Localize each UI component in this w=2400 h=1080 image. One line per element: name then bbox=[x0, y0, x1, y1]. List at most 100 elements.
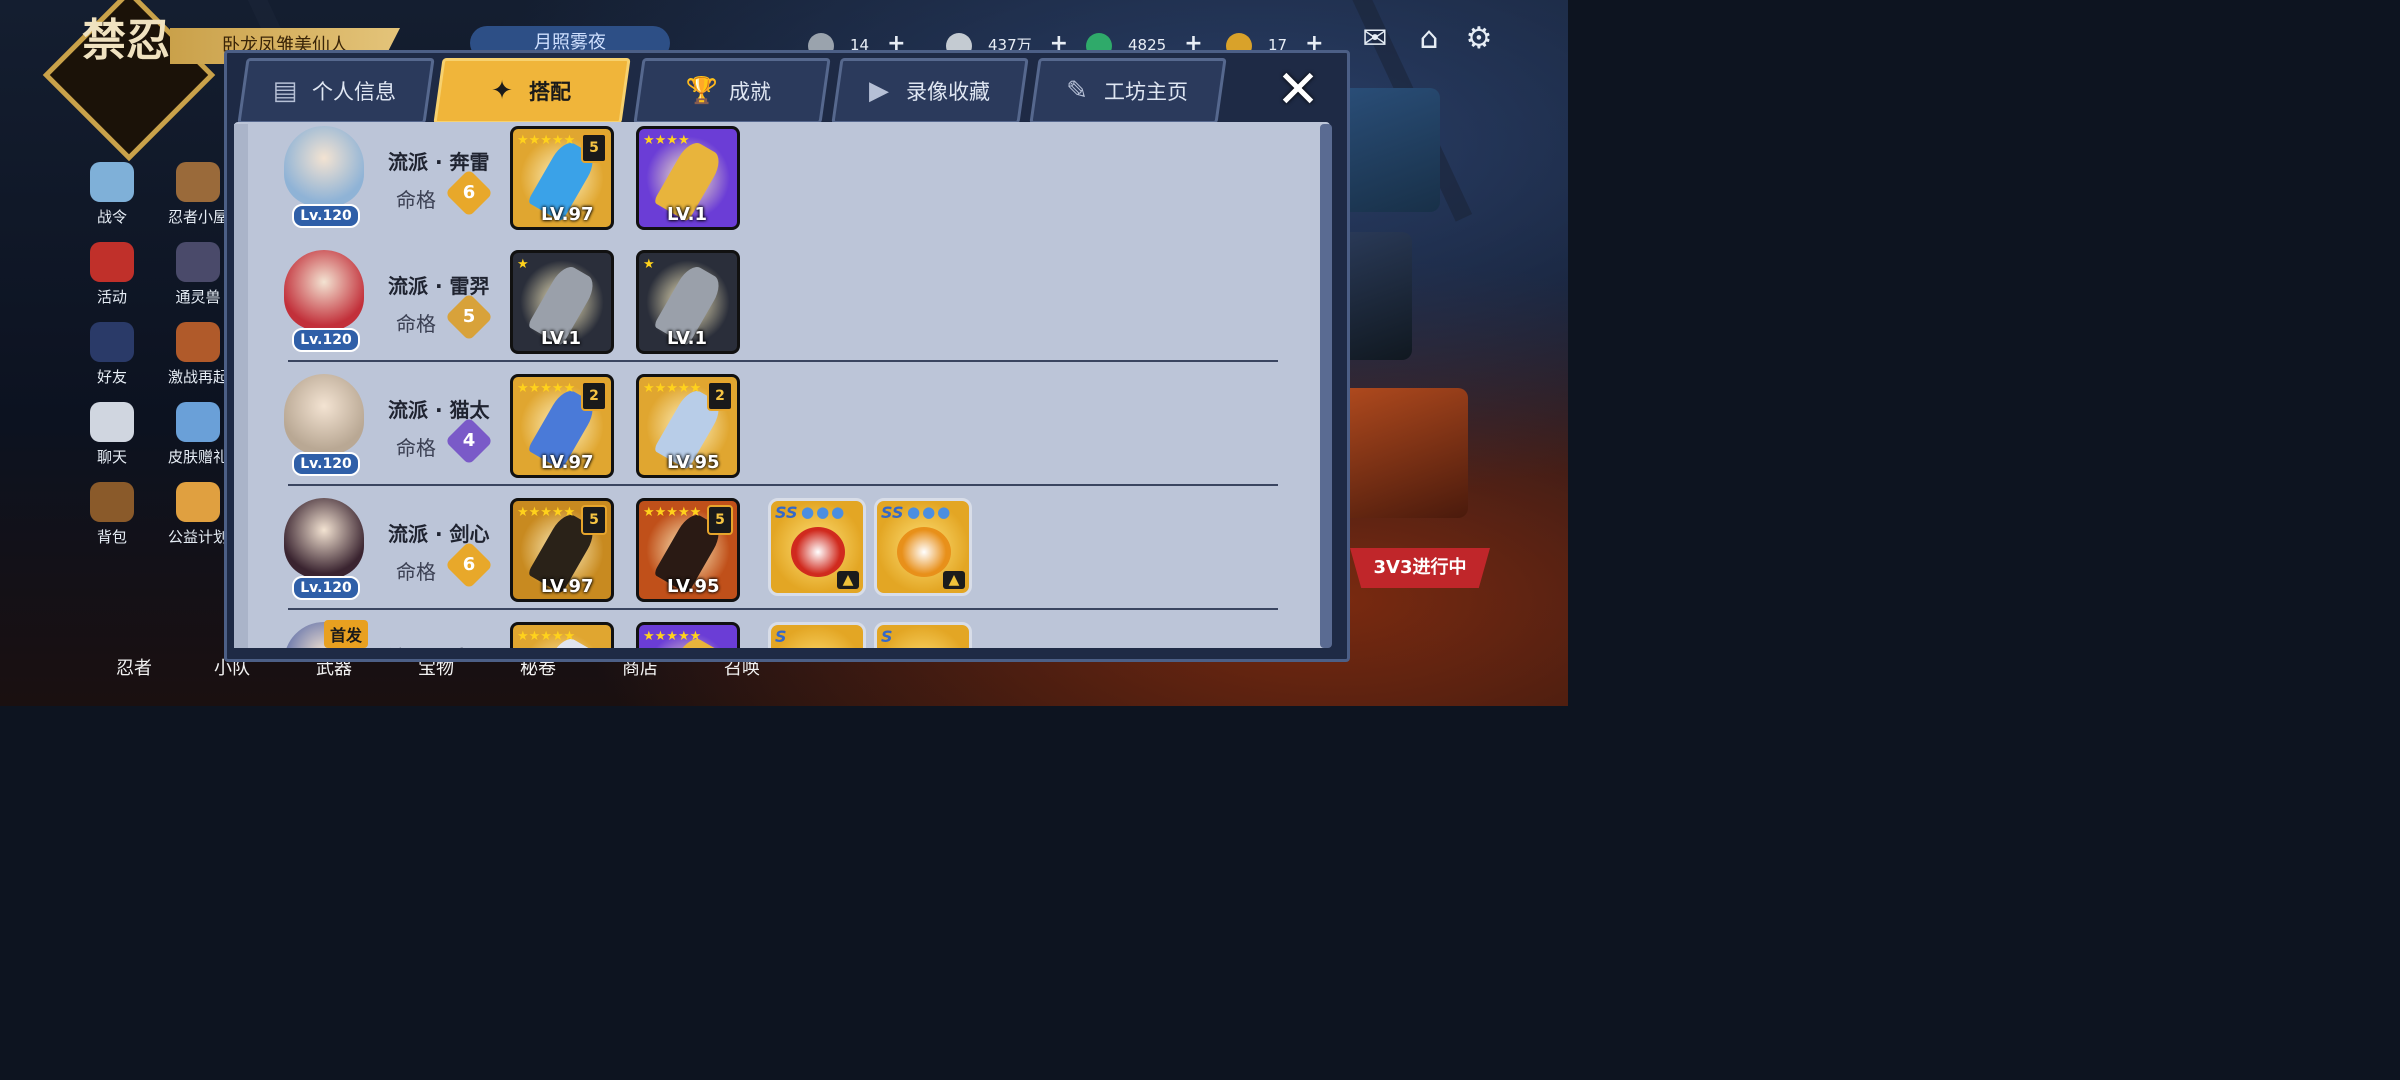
menu-label: 忍者小屋 bbox=[167, 208, 228, 226]
scrollbar[interactable] bbox=[1320, 124, 1332, 648]
upgrade-badge: 2 bbox=[581, 381, 607, 411]
school-name: 流派 · 奔雷 bbox=[388, 150, 490, 174]
upgrade-badge: 2 bbox=[707, 381, 733, 411]
grade-label: S bbox=[881, 627, 893, 646]
equip-icon: ▲ bbox=[837, 571, 859, 589]
treasure-card[interactable]: SS ●●● ▲ bbox=[768, 498, 866, 596]
level-badge: Lv.120 bbox=[292, 204, 360, 228]
tab-4[interactable]: ✎ 工坊主页 bbox=[1034, 58, 1216, 124]
menu-icon bbox=[90, 162, 134, 202]
grade-label: S bbox=[775, 627, 787, 646]
pvp-3v3-badge[interactable]: 3V3进行中 bbox=[1350, 548, 1490, 588]
left-menu-item[interactable]: 聊天 bbox=[72, 402, 152, 467]
weapon-card[interactable]: ★★★★★ bbox=[636, 622, 740, 648]
weapon-card[interactable]: ★★★★★ 5 LV.97 bbox=[510, 498, 614, 602]
pencil-icon: ✎ bbox=[1066, 76, 1088, 106]
gift-shop-icon[interactable]: ⌂ bbox=[1410, 22, 1448, 56]
row-divider bbox=[288, 608, 1278, 610]
tab-label: 录像收藏 bbox=[906, 80, 990, 104]
gear-icon[interactable]: ⚙ bbox=[1460, 22, 1498, 56]
level-badge: Lv.120 bbox=[292, 328, 360, 352]
mingge-label: 命格 bbox=[396, 188, 436, 212]
menu-icon bbox=[90, 482, 134, 522]
level-badge: Lv.120 bbox=[292, 452, 360, 476]
treasure-art bbox=[897, 527, 951, 577]
star-rating: ★ bbox=[517, 257, 529, 272]
treasure-card[interactable]: SS ●●● ▲ bbox=[874, 498, 972, 596]
weapon-level: LV.97 bbox=[541, 576, 594, 597]
row-divider bbox=[288, 484, 1278, 486]
treasure-art bbox=[791, 527, 845, 577]
mail-icon[interactable]: ✉ bbox=[1356, 22, 1394, 56]
promo-card[interactable] bbox=[1340, 232, 1412, 360]
rank-value: 5 bbox=[462, 306, 476, 327]
tab-label: 成就 bbox=[729, 80, 771, 104]
weapon-card[interactable]: ★★★★★ 2 LV.97 bbox=[510, 374, 614, 478]
weapon-card[interactable]: ★★★★ LV.1 bbox=[636, 126, 740, 230]
upgrade-badge: 5 bbox=[707, 505, 733, 535]
trophy-icon: 🏆 bbox=[685, 76, 719, 106]
loadout-row: Lv.120 流派 · 雷羿 命格 5 ★ LV.1 ★ LV.1 bbox=[234, 248, 1330, 372]
weapon-level: LV.97 bbox=[541, 204, 594, 225]
tab-0[interactable]: ▤ 个人信息 bbox=[242, 58, 424, 124]
left-menu-item[interactable]: 战令 bbox=[72, 162, 152, 227]
tab-label: 搭配 bbox=[529, 80, 571, 104]
weapon-card[interactable]: ★★★★★ 5 LV.95 bbox=[636, 498, 740, 602]
treasure-card[interactable]: S▲ bbox=[874, 622, 972, 648]
tab-1[interactable]: ✦ 搭配 bbox=[438, 58, 620, 124]
menu-label: 活动 bbox=[96, 288, 127, 306]
tab-3[interactable]: ▶ 录像收藏 bbox=[836, 58, 1018, 124]
loadout-row: Lv.120 流派 · 奔雷 命格 6 ★★★★★ 5 LV.97 ★★★★ LV.1 bbox=[234, 124, 1330, 248]
upgrade-badge: 5 bbox=[581, 505, 607, 535]
mingge-label: 命格 bbox=[396, 436, 436, 460]
weapon-card[interactable]: ★ LV.1 bbox=[636, 250, 740, 354]
bottom-nav-item[interactable]: 忍者 bbox=[116, 654, 152, 680]
grade-label: SS bbox=[881, 503, 904, 522]
school-name: 流派 · 剑心 bbox=[388, 522, 490, 546]
left-menu-item[interactable]: 活动 bbox=[72, 242, 152, 307]
weapon-level: LV.1 bbox=[541, 328, 581, 349]
content-edge bbox=[234, 124, 248, 648]
weapon-level: LV.1 bbox=[667, 328, 707, 349]
grade-label: SS bbox=[775, 503, 798, 522]
menu-icon bbox=[90, 402, 134, 442]
left-menu-item[interactable]: 好友 bbox=[72, 322, 152, 387]
star-rating: ★ bbox=[643, 257, 655, 272]
loadout-list[interactable]: Lv.120 流派 · 奔雷命格 6 ★★★★★ 5 LV.97 ★★★★ LV.1 Lv.12… bbox=[234, 122, 1330, 648]
weapon-card[interactable]: ★★★★★ 5 LV.97 bbox=[510, 126, 614, 230]
magatama-icon: ●●● bbox=[907, 503, 953, 521]
rank-value: 6 bbox=[462, 554, 476, 575]
menu-icon bbox=[176, 402, 220, 442]
treasure-card[interactable]: S▲ bbox=[768, 622, 866, 648]
weapon-card[interactable]: ★★★★★ bbox=[510, 622, 614, 648]
weapon-card[interactable]: ★ LV.1 bbox=[510, 250, 614, 354]
ninja-avatar[interactable] bbox=[284, 374, 364, 454]
magatama-icon: ●●● bbox=[801, 503, 847, 521]
tab-2[interactable]: 🏆 成就 bbox=[638, 58, 820, 124]
rank-value: 6 bbox=[462, 182, 476, 203]
star-rating: ★★★★★ bbox=[517, 381, 576, 396]
menu-label: 通灵兽 bbox=[175, 288, 221, 306]
left-menu-item[interactable]: 背包 bbox=[72, 482, 152, 547]
menu-label: 好友 bbox=[96, 368, 127, 386]
close-button[interactable]: ✕ bbox=[1270, 62, 1326, 118]
ninja-avatar[interactable] bbox=[284, 498, 364, 578]
logo-text: 禁忍 bbox=[82, 15, 170, 66]
upgrade-badge: 5 bbox=[581, 133, 607, 163]
menu-label: 聊天 bbox=[96, 448, 127, 466]
profile-card-icon: ▤ bbox=[272, 76, 298, 106]
shuriken-icon: ✦ bbox=[491, 76, 513, 106]
ninja-avatar[interactable] bbox=[284, 126, 364, 206]
star-rating: ★★★★★ bbox=[643, 381, 702, 396]
ninja-avatar[interactable] bbox=[284, 250, 364, 330]
weapon-card[interactable]: ★★★★★ 2 LV.95 bbox=[636, 374, 740, 478]
loadout-row: 首发流派 · 冰羽 ★★★★★ ★★★★★ S▲ S▲ bbox=[234, 620, 1330, 648]
star-rating: ★★★★★ bbox=[643, 505, 702, 520]
tab-label: 工坊主页 bbox=[1104, 80, 1188, 104]
event-promo-card[interactable] bbox=[1340, 88, 1440, 212]
promo-card[interactable] bbox=[1340, 388, 1468, 518]
menu-label: 皮肤赠礼 bbox=[167, 448, 228, 466]
menu-label: 公益计划 bbox=[167, 528, 228, 546]
equip-icon: ▲ bbox=[943, 571, 965, 589]
weapon-level: LV.95 bbox=[667, 452, 720, 473]
